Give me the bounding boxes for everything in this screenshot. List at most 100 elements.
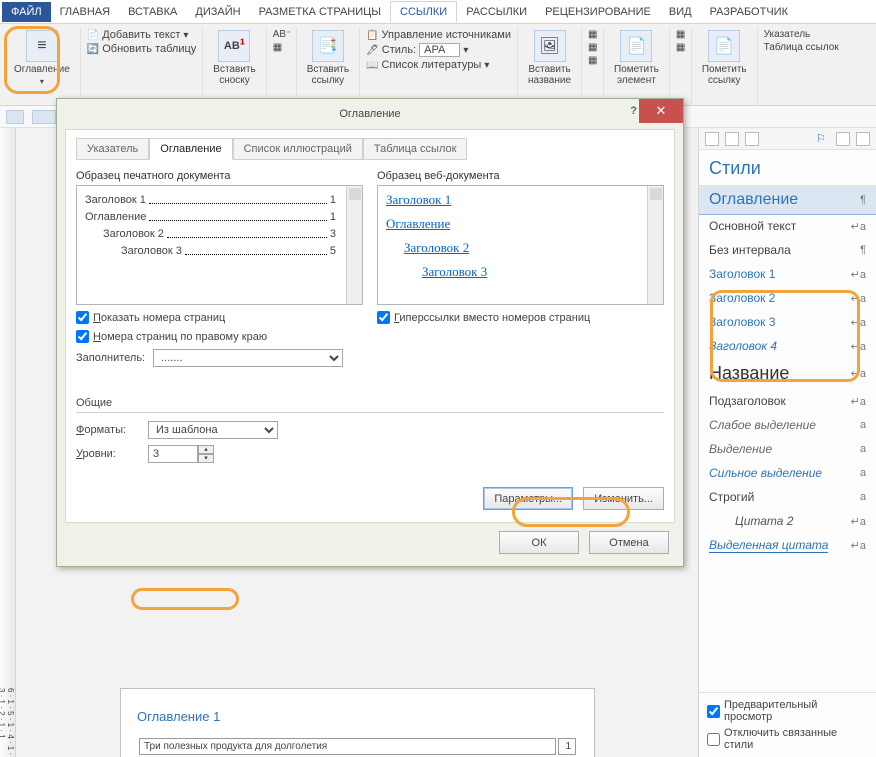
style-item[interactable]: Заголовок 4↵a <box>699 334 876 358</box>
toc-button[interactable]: ≡ Оглавление ▾ <box>10 28 74 88</box>
mark-citation-icon: 📄 <box>708 30 740 62</box>
tab-view[interactable]: ВИД <box>660 2 701 22</box>
levels-label: Уровни: <box>76 448 140 460</box>
styles-title: Стили <box>699 150 876 186</box>
style-item[interactable]: Цитата 2↵a <box>699 509 876 533</box>
mark-citation-button[interactable]: 📄 Пометить ссылку <box>698 28 751 88</box>
preview-link: Заголовок 3 <box>422 264 487 279</box>
style-dropdown[interactable]: 🖊 Стиль: APA ▾ <box>366 42 468 58</box>
style-item[interactable]: Слабое выделениеa <box>699 413 876 437</box>
levels-spinner[interactable]: ▴▾ <box>148 445 214 463</box>
style-tool-icon[interactable] <box>705 132 719 146</box>
show-notes-icon[interactable]: ▦ <box>273 41 282 54</box>
tab-insert[interactable]: ВСТАВКА <box>119 2 186 22</box>
insert-caption-button[interactable]: 🖼 Вставить название <box>524 28 575 88</box>
style-item[interactable]: Основной текст↵a <box>699 214 876 238</box>
styles-list: Оглавление¶Основной текст↵aБез интервала… <box>699 186 876 692</box>
group-footnote-tools: AB⁻ ▦ <box>267 28 297 106</box>
style-item[interactable]: Выделениеa <box>699 437 876 461</box>
modify-button[interactable]: Изменить... <box>583 487 664 510</box>
tab-file[interactable]: ФАЙЛ <box>2 2 51 22</box>
formats-select[interactable]: Из шаблона <box>148 421 278 439</box>
vertical-ruler: 6 · 1 · 5 · 1 · 4 · 1 · 3 · 1 · 2 · 1 · … <box>0 128 16 757</box>
fill-row: Заполнитель: ....... <box>76 349 363 367</box>
update-index-icon[interactable]: ▦ <box>676 41 685 54</box>
fill-select[interactable]: ....... <box>153 349 343 367</box>
show-pages-checkbox[interactable]: ППоказать номера страницоказать номера с… <box>76 311 363 324</box>
style-tool-icon[interactable] <box>725 132 739 146</box>
qat-icon[interactable] <box>32 110 56 124</box>
previews: Образец печатного документа Заголовок 11… <box>76 170 664 367</box>
tab-figures[interactable]: Список иллюстраций <box>233 138 363 160</box>
print-preview-box: Заголовок 11 Оглавление1 Заголовок 23 За… <box>76 185 363 305</box>
style-item[interactable]: Выделенная цитата↵a <box>699 533 876 558</box>
update-table-button[interactable]: 🔄 Обновить таблицу <box>87 42 197 56</box>
style-tool-icon[interactable] <box>745 132 759 146</box>
ribbon-tabs: ФАЙЛ ГЛАВНАЯ ВСТАВКА ДИЗАЙН РАЗМЕТКА СТР… <box>0 0 876 24</box>
spin-up-icon[interactable]: ▴ <box>198 445 214 454</box>
hyperlinks-checkbox[interactable]: Гиперссылки вместо номеров страниц <box>377 311 664 324</box>
ok-button[interactable]: ОК <box>499 531 579 554</box>
group-footnotes: AB¹ Вставить сноску <box>203 28 266 106</box>
bibliography-button[interactable]: 📖 Список литературы ▾ <box>366 58 489 72</box>
dialog-tabs: Указатель Оглавление Список иллюстраций … <box>76 138 664 160</box>
style-item[interactable]: Оглавление¶ <box>699 186 876 215</box>
print-preview-label: Образец печатного документа <box>76 170 363 182</box>
insert-footnote-button[interactable]: AB¹ Вставить сноску <box>209 28 259 88</box>
tab-developer[interactable]: РАЗРАБОТЧИК <box>701 2 797 22</box>
group-authorities-tools: Указатель Таблица ссылок <box>758 28 845 106</box>
tab-review[interactable]: РЕЦЕНЗИРОВАНИЕ <box>536 2 660 22</box>
help-button[interactable]: ? <box>630 105 637 117</box>
ribbon: ≡ Оглавление ▾ 📄 Добавить текст ▾ 🔄 Обно… <box>0 24 876 106</box>
style-item[interactable]: Заголовок 3↵a <box>699 310 876 334</box>
disable-linked-checkbox[interactable]: Отключить связанные стили <box>707 727 868 751</box>
document-page[interactable]: Оглавление 1 Три полезных продукта для д… <box>120 688 595 757</box>
style-item[interactable]: Название↵a <box>699 358 876 389</box>
index-label: Указатель <box>764 28 811 41</box>
toc-heading[interactable]: Оглавление 1 <box>137 705 578 728</box>
toc-cell[interactable]: Три полезных продукта для долголетия <box>139 738 556 755</box>
insert-citation-button[interactable]: 📑 Вставить ссылку <box>303 28 353 88</box>
group-toc: ≡ Оглавление ▾ <box>4 28 81 106</box>
style-item[interactable]: Подзаголовок↵a <box>699 389 876 413</box>
preview-checkbox[interactable]: Предварительный просмотр <box>707 699 868 723</box>
right-align-checkbox[interactable]: Номера страниц по правому краю <box>76 330 363 343</box>
web-preview-col: Образец веб-документа Заголовок 1 Оглавл… <box>377 170 664 367</box>
insert-index-icon[interactable]: ▦ <box>676 28 685 41</box>
style-tool-icon[interactable] <box>836 132 850 146</box>
cancel-button[interactable]: Отмена <box>589 531 669 554</box>
style-item[interactable]: Заголовок 1↵a <box>699 262 876 286</box>
toc-table: Три полезных продукта для долголетия11. … <box>137 736 578 757</box>
dialog-title: Оглавление <box>339 108 400 120</box>
tab-home[interactable]: ГЛАВНАЯ <box>51 2 119 22</box>
spin-down-icon[interactable]: ▾ <box>198 454 214 463</box>
preview-link: Заголовок 2 <box>404 240 469 255</box>
style-item[interactable]: Строгийa <box>699 485 876 509</box>
tab-citations[interactable]: Таблица ссылок <box>363 138 468 160</box>
cross-reference-icon[interactable]: ▦ <box>588 54 597 67</box>
tab-toc[interactable]: Оглавление <box>149 138 232 160</box>
tab-references[interactable]: ССЫЛКИ <box>390 1 457 23</box>
scrollbar[interactable] <box>346 186 362 304</box>
close-button[interactable]: ✕ <box>639 99 683 123</box>
group-toc-tools: 📄 Добавить текст ▾ 🔄 Обновить таблицу <box>81 28 204 106</box>
add-text-button[interactable]: 📄 Добавить текст ▾ <box>87 28 189 42</box>
options-button[interactable]: Параметры... <box>483 487 573 510</box>
next-footnote-icon[interactable]: AB⁻ <box>273 28 292 41</box>
qat-icon[interactable] <box>6 110 24 124</box>
tab-layout[interactable]: РАЗМЕТКА СТРАНИЦЫ <box>250 2 390 22</box>
scrollbar[interactable] <box>647 186 663 304</box>
update-table-figures-icon[interactable]: ▦ <box>588 41 597 54</box>
style-tool-icon[interactable] <box>856 132 870 146</box>
style-item[interactable]: Сильное выделениеa <box>699 461 876 485</box>
insert-table-figures-icon[interactable]: ▦ <box>588 28 597 41</box>
style-item[interactable]: Без интервала¶ <box>699 238 876 262</box>
tab-mailings[interactable]: РАССЫЛКИ <box>457 2 536 22</box>
levels-input[interactable] <box>148 445 198 463</box>
dialog-footer: ОК Отмена <box>57 531 683 566</box>
manage-sources-button[interactable]: 📋 Управление источниками <box>366 28 511 42</box>
style-item[interactable]: Заголовок 2↵a <box>699 286 876 310</box>
tab-design[interactable]: ДИЗАЙН <box>186 2 249 22</box>
tab-index[interactable]: Указатель <box>76 138 149 160</box>
mark-entry-button[interactable]: 📄 Пометить элемент <box>610 28 663 88</box>
